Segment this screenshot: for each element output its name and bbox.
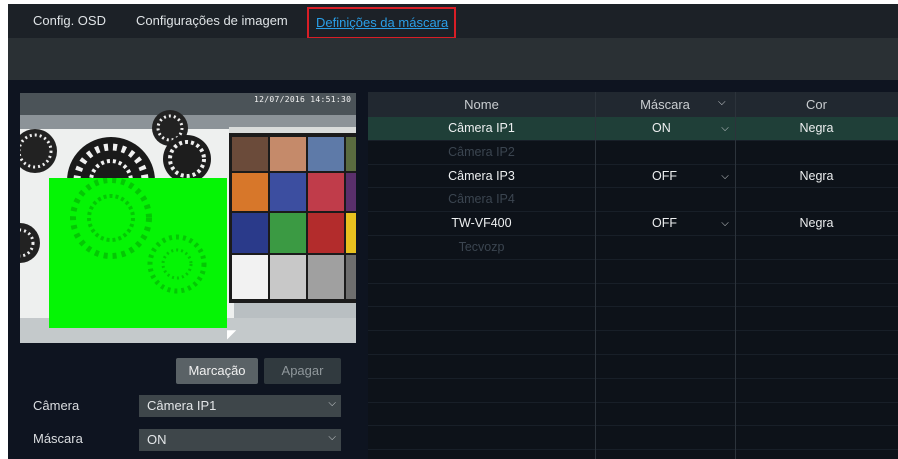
tab-mask-settings[interactable]: Definições da máscara xyxy=(307,7,457,39)
table-row[interactable]: Câmera IP3 OFF ⌵ Negra xyxy=(368,165,898,189)
row-name: Câmera IP4 xyxy=(448,192,515,207)
table-row[interactable]: Câmera IP4 xyxy=(368,188,898,213)
tab-osd-config[interactable]: Config. OSD xyxy=(33,13,106,28)
row-color[interactable]: Negra xyxy=(735,121,898,135)
table-header: Nome Máscara ⌵ Cor xyxy=(368,92,898,117)
table-row-empty xyxy=(368,260,898,284)
table-body: Câmera IP1 ON ⌵ Negra Câmera IP2 Câmera … xyxy=(368,117,898,451)
row-name: Tecvozp xyxy=(458,239,505,254)
chevron-down-icon[interactable]: ⌵ xyxy=(718,218,732,229)
camera-preview[interactable]: 12/07/2016 14:51:30 ◤ xyxy=(20,93,356,343)
column-header-color: Cor xyxy=(806,97,827,112)
mask-table: Nome Máscara ⌵ Cor Câmera IP1 ON ⌵ Negra… xyxy=(368,92,898,459)
table-row-empty xyxy=(368,284,898,308)
table-row-empty xyxy=(368,403,898,427)
mask-overlay-texture xyxy=(70,178,207,294)
column-header-name: Nome xyxy=(464,97,499,112)
camera-select[interactable]: Câmera IP1 ⌵ xyxy=(139,395,341,417)
tab-bar: Config. OSD Configurações de imagem Defi… xyxy=(8,4,898,39)
table-row-empty xyxy=(368,307,898,332)
camera-select-value: Câmera IP1 xyxy=(147,398,217,413)
column-header-mask: Máscara xyxy=(640,97,690,112)
row-name: Câmera IP3 xyxy=(448,168,515,183)
mask-select-value: ON xyxy=(147,432,167,447)
mask-select[interactable]: ON ⌵ xyxy=(139,429,341,451)
row-mask-value[interactable]: OFF xyxy=(595,169,735,183)
chevron-down-icon[interactable]: ⌵ xyxy=(718,97,726,108)
table-row[interactable]: Câmera IP2 xyxy=(368,141,898,165)
table-row-empty xyxy=(368,331,898,355)
mouse-pointer-icon: ◤ xyxy=(227,327,237,341)
chevron-down-icon[interactable]: ⌵ xyxy=(718,171,732,182)
privacy-mask-region[interactable] xyxy=(49,178,227,328)
chevron-down-icon: ⌵ xyxy=(328,432,336,443)
row-name: TW-VF400 xyxy=(451,216,512,231)
column-divider xyxy=(595,92,596,459)
tab-image-settings[interactable]: Configurações de imagem xyxy=(136,13,288,28)
row-color[interactable]: Negra xyxy=(735,169,898,183)
table-row[interactable]: Câmera IP1 ON ⌵ Negra xyxy=(368,117,898,141)
row-name: Câmera IP2 xyxy=(448,144,515,159)
mark-button[interactable]: Marcação xyxy=(176,358,258,384)
row-mask-value[interactable]: ON xyxy=(595,121,735,135)
mask-label: Máscara xyxy=(33,431,83,446)
camera-label: Câmera xyxy=(33,398,80,413)
chevron-down-icon[interactable]: ⌵ xyxy=(718,123,732,134)
table-row[interactable]: TW-VF400 OFF ⌵ Negra xyxy=(368,212,898,236)
row-mask-value[interactable]: OFF xyxy=(595,216,735,230)
mask-settings-window: Config. OSD Configurações de imagem Defi… xyxy=(8,4,898,459)
chevron-down-icon: ⌵ xyxy=(328,398,336,409)
color-checker-chart xyxy=(229,133,356,303)
toolbar-strip xyxy=(8,38,898,80)
row-color[interactable]: Negra xyxy=(735,216,898,230)
row-name: Câmera IP1 xyxy=(448,121,515,135)
preview-timestamp: 12/07/2016 14:51:30 xyxy=(254,95,352,104)
column-divider xyxy=(735,92,736,459)
table-row[interactable]: Tecvozp xyxy=(368,236,898,260)
table-row-empty xyxy=(368,355,898,379)
clear-button[interactable]: Apagar xyxy=(264,358,341,384)
table-row-empty xyxy=(368,379,898,403)
table-row-empty xyxy=(368,426,898,451)
